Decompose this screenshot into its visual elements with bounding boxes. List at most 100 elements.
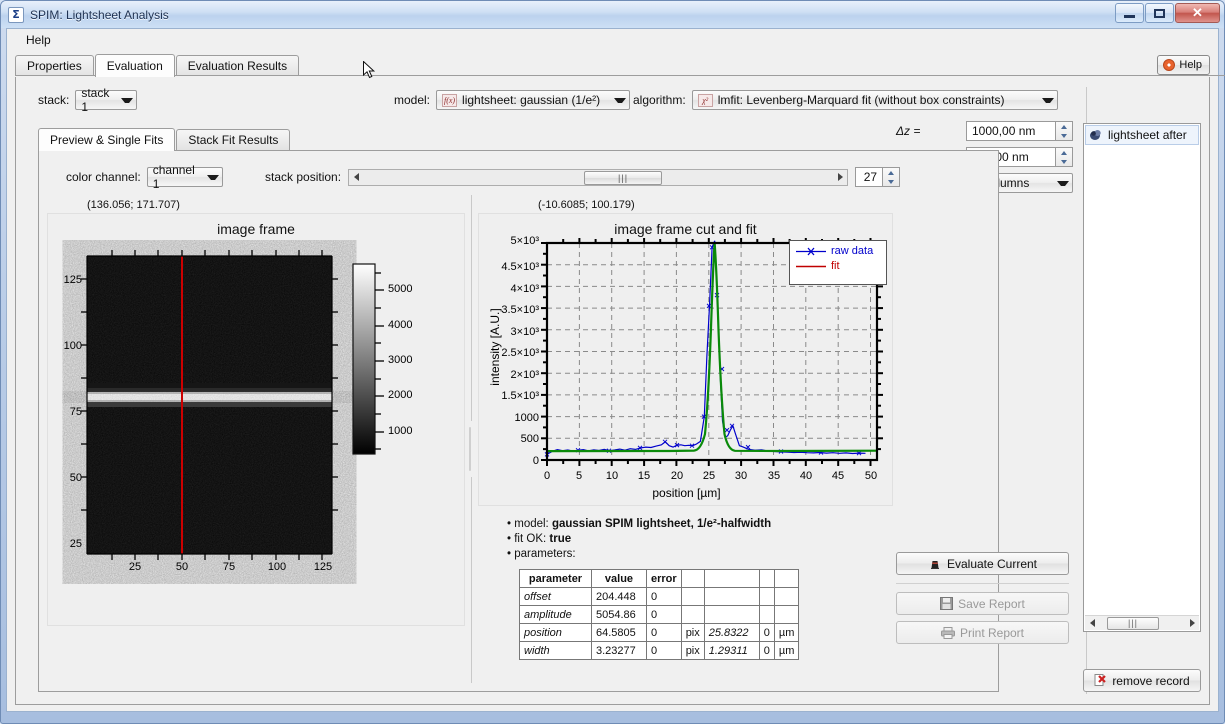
algorithm-dropdown[interactable]: χ² lmfit: Levenberg-Marquard fit (withou… — [691, 90, 1058, 110]
hscroll-thumb[interactable]: ||| — [1107, 616, 1159, 630]
algorithm-selector-group: algorithm: χ² lmfit: Levenberg-Marquard … — [633, 90, 1058, 110]
color-channel-dropdown[interactable]: channel 1 — [146, 163, 223, 191]
cell-error-width: 0 — [646, 641, 682, 660]
chart-xtick-0: 0 — [543, 470, 551, 482]
window-controls: ✕ — [1115, 3, 1220, 23]
summary-fitok-label: fit OK: — [514, 533, 547, 545]
th-error: error — [646, 569, 682, 588]
tab-properties[interactable]: Properties — [15, 55, 94, 76]
color-channel-group: color channel: channel 1 — [66, 163, 223, 191]
th-unit-um — [773, 569, 800, 588]
slider-thumb[interactable]: ||| — [584, 170, 663, 185]
fit-chart-plot[interactable]: image frame cut and fit raw data fit int… — [478, 213, 893, 506]
help-button[interactable]: Help — [1157, 55, 1210, 75]
cell-error-position: 0 — [646, 623, 682, 642]
chart-xtick-50: 50 — [864, 470, 878, 482]
tab-evaluation-results[interactable]: Evaluation Results — [175, 55, 300, 76]
cell-umunit-offset — [773, 587, 800, 606]
scroll-right-arrow-icon[interactable] — [1185, 619, 1199, 627]
maximize-button[interactable] — [1145, 3, 1174, 23]
dz-input[interactable]: 1000,00 nm — [966, 121, 1056, 141]
minimize-button[interactable] — [1115, 3, 1144, 23]
panel-splitter-grip[interactable] — [467, 421, 472, 477]
dz-row: Δz = 1000,00 nm — [896, 121, 1073, 141]
save-report-button[interactable]: Save Report — [896, 592, 1069, 615]
stepper-up-icon[interactable] — [1056, 148, 1072, 157]
list-item[interactable]: lightsheet after — [1085, 125, 1199, 145]
evaluation-page: stack: stack 1 model: f(x) lightsheet: g… — [15, 77, 1210, 705]
slider-right-arrow-icon[interactable] — [833, 170, 847, 185]
stepper-down-icon[interactable] — [1056, 157, 1072, 166]
evaluate-current-label: Evaluate Current — [946, 556, 1038, 571]
floppy-disk-icon — [940, 597, 954, 610]
scroll-left-arrow-icon[interactable] — [1085, 619, 1099, 627]
chart-ytick-2000: 2×10³ — [510, 369, 539, 381]
raw-data-marker-icon — [796, 247, 826, 255]
record-list-hscrollbar[interactable]: ||| — [1085, 615, 1199, 630]
cell-value-amplitude: 5054.86 — [591, 605, 647, 624]
chart-ytick-3500: 3.5×10³ — [501, 304, 539, 316]
chart-xtick-40: 40 — [799, 470, 813, 482]
colorbar-tick-5000: 5000 — [388, 283, 413, 295]
chart-xtick-45: 45 — [831, 470, 845, 482]
inner-tab-preview-single-fits[interactable]: Preview & Single Fits — [38, 128, 176, 151]
tab-evaluation-results-label: Evaluation Results — [187, 59, 288, 73]
stack-dropdown[interactable]: stack 1 — [75, 86, 138, 114]
stepper-down-icon[interactable] — [1056, 131, 1072, 140]
chart-ytick-0: 0 — [532, 455, 539, 467]
close-button[interactable]: ✕ — [1175, 3, 1220, 23]
image-x-tick-50: 50 — [175, 561, 189, 573]
image-x-tick-100: 100 — [267, 561, 287, 573]
chart-ytick-4000: 4×10³ — [510, 283, 539, 295]
record-list[interactable]: lightsheet after ||| — [1083, 123, 1201, 632]
close-icon: ✕ — [1192, 5, 1203, 20]
th-error-um — [758, 569, 775, 588]
cell-param-position: position — [519, 623, 592, 642]
summary-fitok-value: true — [549, 533, 572, 545]
remove-record-button[interactable]: remove record — [1083, 669, 1201, 692]
chevron-down-icon — [1041, 97, 1054, 103]
cell-param-offset: offset — [519, 587, 592, 606]
stack-position-slider[interactable]: ||| — [348, 168, 849, 186]
cell-unit-position: pix — [680, 623, 705, 642]
chevron-down-icon — [1057, 180, 1069, 186]
cell-param-amplitude: amplitude — [519, 605, 592, 624]
image-y-tick-125: 125 — [63, 274, 82, 286]
evaluate-current-button[interactable]: Evaluate Current — [896, 552, 1069, 575]
legend-label-fit: fit — [831, 260, 840, 272]
color-channel-label: color channel: — [66, 170, 141, 184]
cell-umerror-offset — [758, 587, 775, 606]
stack-position-input[interactable]: 27 — [855, 167, 884, 187]
th-parameter: parameter — [519, 569, 592, 588]
application-window: Σ SPIM: Lightsheet Analysis ✕ Help Help … — [0, 0, 1225, 724]
cell-umvalue-amplitude — [703, 605, 760, 624]
inner-tab-stack-fit-results[interactable]: Stack Fit Results — [176, 129, 291, 150]
dz-stepper[interactable] — [1056, 121, 1073, 141]
model-dropdown[interactable]: f(x) lightsheet: gaussian (1/e²) — [436, 90, 631, 110]
main-tabstrip: Properties Evaluation Evaluation Results — [15, 54, 1225, 77]
print-report-button[interactable]: Print Report — [896, 621, 1069, 644]
image-frame-plot[interactable]: image frame 125 100 75 50 25 25 50 75 10… — [47, 213, 465, 626]
dxdy-stepper[interactable] — [1056, 147, 1073, 167]
model-label: model: — [394, 93, 431, 107]
image-y-tick-25: 25 — [69, 538, 82, 550]
stack-position-stepper[interactable] — [883, 167, 901, 187]
chart-ytick-5000: 5×10³ — [510, 235, 539, 247]
chart-xtick-30: 30 — [734, 470, 748, 482]
menu-item-help[interactable]: Help — [17, 30, 60, 50]
inner-tabstrip: Preview & Single Fits Stack Fit Results — [38, 128, 291, 151]
lifebuoy-icon — [1163, 59, 1176, 71]
stepper-up-icon[interactable] — [1056, 122, 1072, 131]
cell-unit-width: pix — [680, 641, 705, 660]
cell-error-offset: 0 — [646, 587, 682, 606]
image-x-tick-75: 75 — [222, 561, 236, 573]
tab-evaluation[interactable]: Evaluation — [94, 54, 175, 77]
action-button-group: Evaluate Current Save Report Print Repor… — [896, 552, 1069, 644]
chart-ytick-3000: 3×10³ — [510, 326, 539, 338]
title-bar: Σ SPIM: Lightsheet Analysis ✕ — [1, 1, 1224, 28]
stepper-up-icon[interactable] — [883, 168, 899, 177]
stepper-down-icon[interactable] — [883, 177, 899, 186]
slider-left-arrow-icon[interactable] — [349, 170, 363, 185]
menu-bar: Help — [7, 29, 1218, 51]
print-report-label: Print Report — [959, 625, 1025, 640]
